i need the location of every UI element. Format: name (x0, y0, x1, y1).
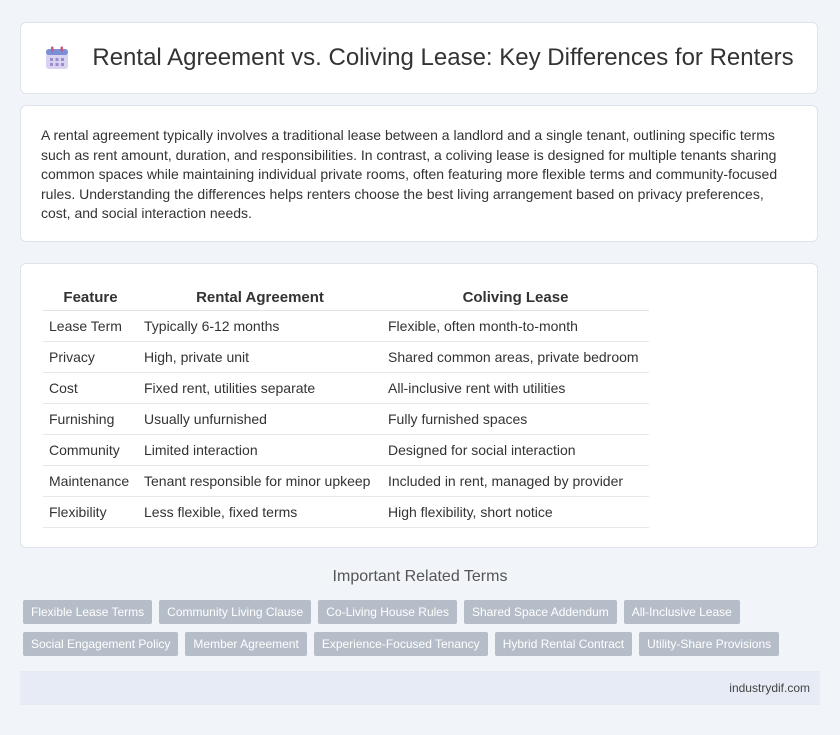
table-row: Privacy High, private unit Shared common… (43, 342, 649, 373)
coliving-lease-cell: Included in rent, managed by provider (382, 466, 649, 497)
tag-member-agreement[interactable]: Member Agreement (185, 632, 307, 656)
table-row: Lease Term Typically 6-12 months Flexibl… (43, 311, 649, 342)
rental-agreement-cell: Fixed rent, utilities separate (138, 373, 382, 404)
table-row: Cost Fixed rent, utilities separate All-… (43, 373, 649, 404)
table-row: Community Limited interaction Designed f… (43, 435, 649, 466)
feature-cell: Maintenance (43, 466, 138, 497)
feature-cell: Cost (43, 373, 138, 404)
related-terms-tags: Flexible Lease Terms Community Living Cl… (23, 600, 823, 664)
page-title: Rental Agreement vs. Coliving Lease: Key… (92, 44, 794, 71)
rental-agreement-cell: Typically 6-12 months (138, 311, 382, 342)
footer-bar: industrydif.com (20, 671, 820, 705)
tag-experience-focused-tenancy[interactable]: Experience-Focused Tenancy (313, 632, 488, 656)
tag-row: Social Engagement Policy Member Agreemen… (23, 632, 823, 656)
tag-shared-space-addendum[interactable]: Shared Space Addendum (463, 600, 617, 624)
rental-agreement-cell: High, private unit (138, 342, 382, 373)
feature-cell: Flexibility (43, 497, 138, 528)
coliving-lease-cell: All-inclusive rent with utilities (382, 373, 649, 404)
rental-agreement-cell: Limited interaction (138, 435, 382, 466)
table-row: Flexibility Less flexible, fixed terms H… (43, 497, 649, 528)
tag-all-inclusive-lease[interactable]: All-Inclusive Lease (623, 600, 740, 624)
table-row: Furnishing Usually unfurnished Fully fur… (43, 404, 649, 435)
tag-hybrid-rental-contract[interactable]: Hybrid Rental Contract (494, 632, 633, 656)
table-row: Maintenance Tenant responsible for minor… (43, 466, 649, 497)
header-card: Rental Agreement vs. Coliving Lease: Key… (20, 22, 818, 94)
tag-utility-share-provisions[interactable]: Utility-Share Provisions (639, 632, 780, 656)
table-header-row: Feature Rental Agreement Coliving Lease (43, 284, 649, 311)
tag-flexible-lease-terms[interactable]: Flexible Lease Terms (23, 600, 153, 624)
column-header-coliving-lease: Coliving Lease (382, 284, 649, 311)
footer-site-link[interactable]: industrydif.com (729, 681, 810, 695)
rental-agreement-cell: Tenant responsible for minor upkeep (138, 466, 382, 497)
rental-agreement-cell: Usually unfurnished (138, 404, 382, 435)
coliving-lease-cell: High flexibility, short notice (382, 497, 649, 528)
coliving-lease-cell: Shared common areas, private bedroom (382, 342, 649, 373)
coliving-lease-cell: Designed for social interaction (382, 435, 649, 466)
tag-row: Flexible Lease Terms Community Living Cl… (23, 600, 823, 624)
rental-agreement-cell: Less flexible, fixed terms (138, 497, 382, 528)
comparison-table: Feature Rental Agreement Coliving Lease … (43, 284, 649, 528)
intro-card: A rental agreement typically involves a … (20, 105, 818, 242)
coliving-lease-cell: Flexible, often month-to-month (382, 311, 649, 342)
tag-co-living-house-rules[interactable]: Co-Living House Rules (318, 600, 457, 624)
calendar-icon (44, 45, 70, 71)
intro-paragraph: A rental agreement typically involves a … (41, 127, 778, 221)
feature-cell: Lease Term (43, 311, 138, 342)
comparison-card: Feature Rental Agreement Coliving Lease … (20, 263, 818, 548)
tag-community-living-clause[interactable]: Community Living Clause (159, 600, 312, 624)
column-header-feature: Feature (43, 284, 138, 311)
coliving-lease-cell: Fully furnished spaces (382, 404, 649, 435)
column-header-rental-agreement: Rental Agreement (138, 284, 382, 311)
tag-social-engagement-policy[interactable]: Social Engagement Policy (23, 632, 179, 656)
feature-cell: Community (43, 435, 138, 466)
feature-cell: Privacy (43, 342, 138, 373)
related-terms-heading: Important Related Terms (332, 568, 508, 585)
feature-cell: Furnishing (43, 404, 138, 435)
